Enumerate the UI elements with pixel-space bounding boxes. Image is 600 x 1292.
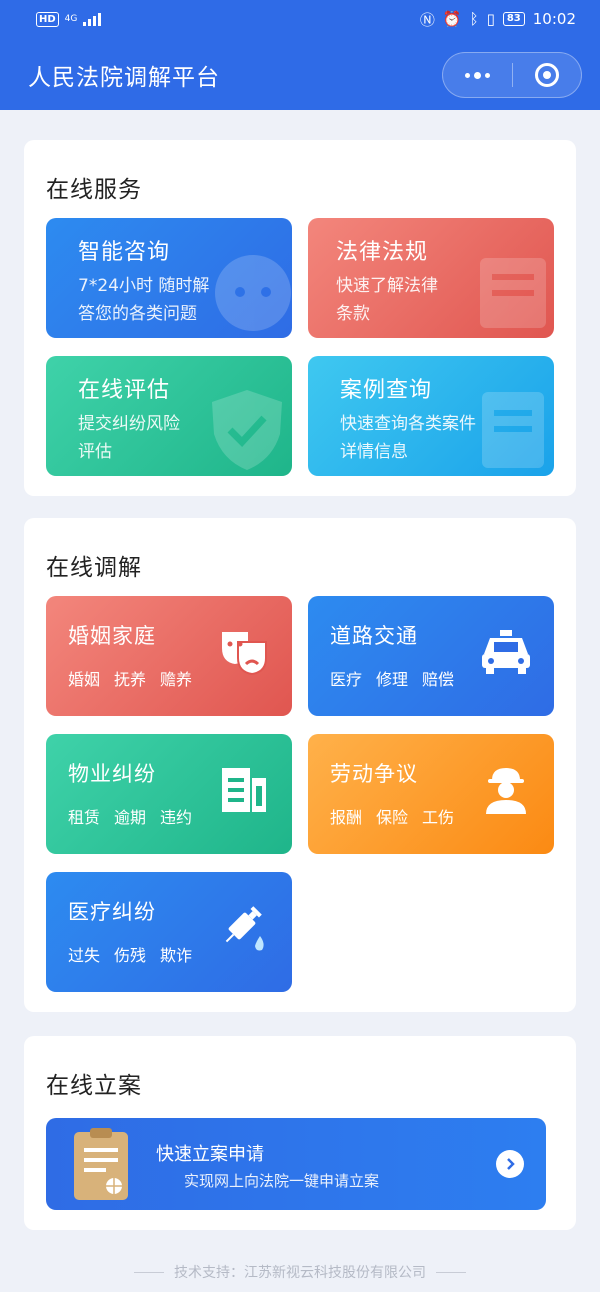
tile-title: 医疗纠纷 bbox=[68, 900, 156, 924]
footer-text: 技术支持：江苏新视云科技股份有限公司 bbox=[174, 1265, 426, 1281]
tile-desc: 7*24小时 随时解 答您的各类问题 bbox=[78, 276, 210, 324]
quick-filing-banner[interactable]: 快速立案申请 实现网上向法院一键申请立案 bbox=[46, 1118, 546, 1210]
divider bbox=[436, 1271, 466, 1273]
clipboard-icon bbox=[74, 1128, 128, 1200]
syringe-icon bbox=[225, 906, 264, 951]
building-icon bbox=[222, 768, 266, 812]
tile-laws-regulations[interactable]: 法律法规 快速了解法律 条款 bbox=[308, 218, 554, 338]
alarm-icon: ⏰ bbox=[442, 10, 462, 28]
tile-property-dispute[interactable]: 物业纠纷 租赁 逾期 违约 bbox=[46, 734, 292, 854]
chevron-right-icon[interactable] bbox=[496, 1150, 524, 1178]
tile-title: 婚姻家庭 bbox=[68, 624, 156, 648]
tile-labor-dispute[interactable]: 劳动争议 报酬 保险 工伤 bbox=[308, 734, 554, 854]
tile-marriage-family[interactable]: 婚姻家庭 婚姻 抚养 赡养 bbox=[46, 596, 292, 716]
tile-smart-consult[interactable]: 智能咨询 7*24小时 随时解 答您的各类问题 bbox=[46, 218, 292, 338]
taxi-icon bbox=[482, 630, 530, 674]
battery-icon: 83 bbox=[502, 12, 525, 26]
bluetooth-icon: ᛒ bbox=[469, 10, 479, 28]
tile-tags: 婚姻 抚养 赡养 bbox=[68, 670, 193, 689]
tile-tags: 租赁 逾期 违约 bbox=[68, 808, 193, 827]
tile-tags: 过失 伤残 欺诈 bbox=[68, 946, 193, 965]
tile-title: 劳动争议 bbox=[330, 762, 418, 786]
tile-title: 法律法规 bbox=[336, 240, 429, 265]
tile-tags: 报酬 保险 工伤 bbox=[330, 808, 455, 827]
hd-badge: HD bbox=[36, 11, 59, 27]
tile-case-query[interactable]: 案例查询 快速查询各类案件 详情信息 bbox=[308, 356, 554, 476]
banner-subtitle: 实现网上向法院一键申请立案 bbox=[184, 1172, 380, 1190]
app-header: HD 4G Ⓝ ⏰ ᛒ ▯ 83 10:02 人民法院调解平台 bbox=[0, 0, 600, 110]
book-icon bbox=[480, 258, 546, 328]
tile-road-traffic[interactable]: 道路交通 医疗 修理 赔偿 bbox=[308, 596, 554, 716]
banner-title: 快速立案申请 bbox=[156, 1144, 264, 1165]
tile-desc: 快速查询各类案件 详情信息 bbox=[340, 414, 476, 462]
shield-check-icon bbox=[212, 390, 282, 470]
section-title: 在线服务 bbox=[46, 177, 142, 203]
more-menu-button[interactable] bbox=[443, 52, 512, 98]
online-mediation-section: 在线调解 婚姻家庭 婚姻 抚养 赡养 道路交通 医疗 修理 赔偿 物业纠纷 租赁逾 bbox=[24, 518, 576, 1012]
tile-tags: 医疗 修理 赔偿 bbox=[330, 670, 455, 689]
tile-medical-dispute[interactable]: 医疗纠纷 过失 伤残 欺诈 bbox=[46, 872, 292, 992]
status-bar: HD 4G Ⓝ ⏰ ᛒ ▯ 83 10:02 bbox=[0, 0, 600, 38]
clock: 10:02 bbox=[532, 10, 576, 28]
divider bbox=[134, 1271, 164, 1273]
chat-bubble-icon bbox=[215, 255, 291, 331]
nfc-icon: Ⓝ bbox=[419, 10, 435, 29]
tile-online-assessment[interactable]: 在线评估 提交纠纷风险 评估 bbox=[46, 356, 292, 476]
tile-title: 智能咨询 bbox=[78, 240, 171, 265]
close-miniprogram-button[interactable] bbox=[513, 52, 581, 98]
tile-desc: 提交纠纷风险 评估 bbox=[78, 414, 180, 462]
vibrate-icon: ▯ bbox=[486, 10, 495, 28]
section-title: 在线调解 bbox=[46, 555, 142, 581]
document-icon bbox=[482, 392, 544, 468]
online-services-section: 在线服务 智能咨询 7*24小时 随时解 答您的各类问题 法律法规 快速了解法律… bbox=[24, 140, 576, 496]
online-filing-section: 在线立案 快速立案申请 实现网上向法院一键申请立案 bbox=[24, 1036, 576, 1230]
network-label: 4G bbox=[64, 14, 78, 24]
target-icon bbox=[534, 63, 559, 87]
tile-title: 物业纠纷 bbox=[68, 762, 156, 786]
tile-title: 在线评估 bbox=[78, 378, 171, 403]
tile-title: 案例查询 bbox=[340, 378, 433, 403]
footer: 技术支持：江苏新视云科技股份有限公司 bbox=[0, 1262, 600, 1282]
miniprogram-capsule bbox=[442, 52, 582, 98]
masks-icon bbox=[222, 632, 267, 676]
section-title: 在线立案 bbox=[46, 1073, 142, 1099]
tile-desc: 快速了解法律 条款 bbox=[336, 276, 438, 324]
signal-icon bbox=[83, 12, 102, 26]
worker-icon bbox=[486, 768, 526, 814]
page-title: 人民法院调解平台 bbox=[28, 65, 220, 91]
tile-title: 道路交通 bbox=[330, 624, 418, 648]
